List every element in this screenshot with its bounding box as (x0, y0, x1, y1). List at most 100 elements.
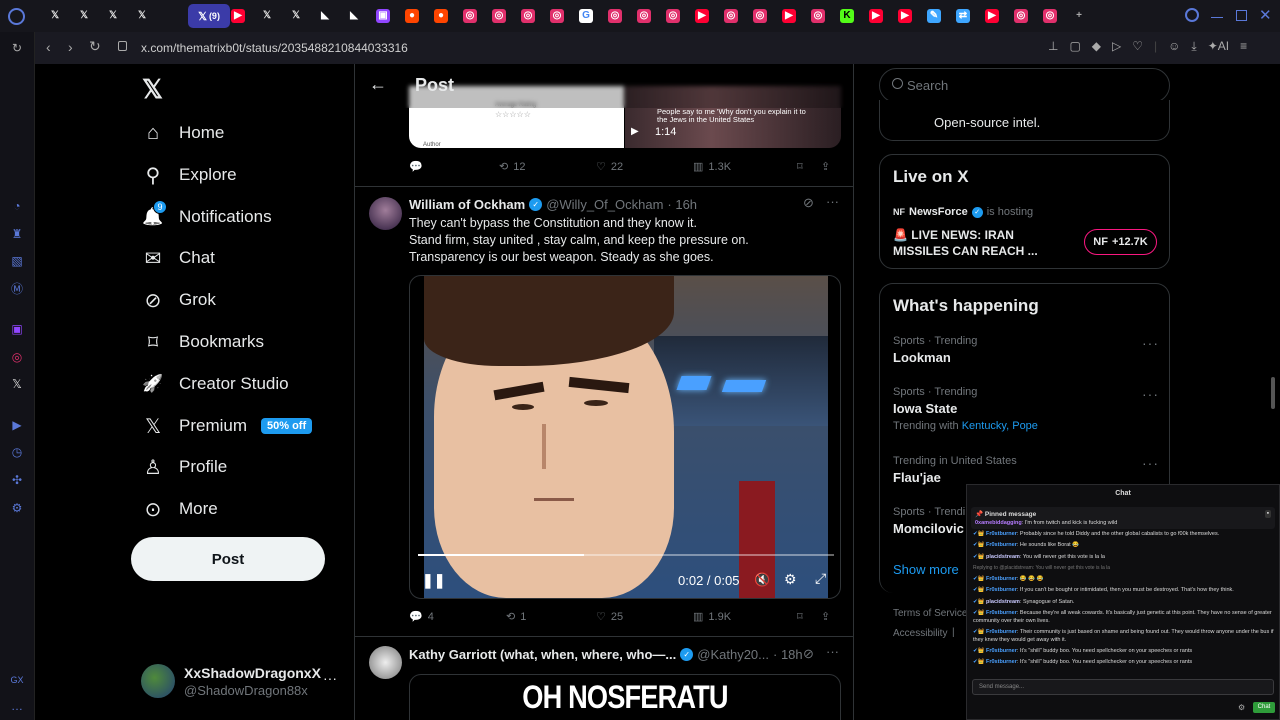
browser-tab[interactable]: ⇄ (951, 4, 975, 28)
reload-icon[interactable]: ↻ (89, 38, 101, 55)
trend-item[interactable]: Sports · Trending Iowa State Trending wi… (893, 386, 1163, 432)
pin-icon[interactable]: ⊥ (1048, 39, 1058, 54)
video-player[interactable]: ❚❚ 0:02 / 0:05 🔇 ⚙ ⤢ (409, 275, 841, 599)
x-logo-icon[interactable]: 𝕏 (142, 74, 163, 105)
snapshot-icon[interactable]: ▢ (1069, 39, 1080, 54)
browser-tab[interactable]: ◎ (661, 4, 685, 28)
collapse-pin-icon[interactable]: ▪ (1264, 510, 1271, 518)
hub-icon[interactable]: ♜ (9, 226, 25, 242)
trend-more-icon[interactable]: ··· (1142, 386, 1159, 402)
browser-tab[interactable]: ◎ (458, 4, 482, 28)
gx-icon[interactable]: GX (9, 672, 25, 688)
share-button[interactable]: ⇪ (821, 160, 830, 173)
nav-item-profile[interactable]: ♙ Profile (141, 449, 227, 485)
browser-tab[interactable]: ▣ (371, 4, 395, 28)
video-progress-track[interactable] (418, 554, 834, 556)
minimize-icon[interactable] (1211, 17, 1223, 18)
reply-button[interactable]: 💬 4 (409, 610, 506, 624)
chat-username[interactable]: placidstream (986, 554, 1020, 560)
chat-send-button[interactable]: Chat (1253, 702, 1275, 713)
trend-more-icon[interactable]: ··· (1142, 455, 1159, 471)
reply-button[interactable]: 💬 (409, 160, 499, 173)
twitch-icon[interactable]: ▣ (9, 321, 25, 337)
reload-sidebar-icon[interactable]: ↻ (9, 40, 25, 56)
browser-tab[interactable]: ◎ (632, 4, 656, 28)
nav-item-home[interactable]: ⌂ Home (141, 115, 224, 151)
browser-tab[interactable]: K (835, 4, 859, 28)
pause-icon[interactable]: ❚❚ (422, 572, 445, 589)
history-icon[interactable]: ◷ (9, 444, 25, 460)
nav-item-bookmarks[interactable]: ⌑ Bookmarks (141, 324, 264, 360)
next-post-avatar[interactable] (369, 646, 402, 679)
trend-item[interactable]: Sports · Trending Lookman ··· (893, 335, 1163, 365)
page-scrollbar[interactable] (1271, 377, 1275, 409)
post-more-icon[interactable]: ··· (826, 644, 839, 659)
back-icon[interactable]: ‹ (46, 39, 51, 55)
account-icon[interactable]: ☺ (1168, 39, 1180, 54)
pinned-message[interactable]: 📌 Pinned message ▪ 0xamebiddagging: I'm … (971, 507, 1275, 529)
post-button[interactable]: Post (131, 537, 325, 581)
like-button[interactable]: ♡ 22 (596, 160, 693, 174)
browser-tab[interactable]: ◎ (603, 4, 627, 28)
nav-item-creator-studio[interactable]: 🚀 Creator Studio (141, 366, 288, 402)
browser-tab[interactable]: ▶ (690, 4, 714, 28)
browser-tab[interactable]: ▶ (777, 4, 801, 28)
menu-icon[interactable]: ≡ (1240, 39, 1247, 54)
nav-item-chat[interactable]: ✉ Chat (141, 240, 215, 276)
browser-tab[interactable]: + (1067, 4, 1091, 28)
browser-tab[interactable]: 𝕏 (43, 4, 67, 28)
active-browser-tab[interactable]: 𝕏 (9) (188, 4, 230, 28)
settings-gear-icon[interactable]: ⚙ (784, 571, 797, 588)
bookmark-button[interactable]: ⌑ (797, 160, 821, 173)
account-more-icon[interactable]: ··· (323, 670, 337, 686)
nav-item-premium[interactable]: 𝕏 Premium 50% off (141, 408, 313, 444)
back-arrow-icon[interactable]: ← (369, 74, 387, 95)
wallet-icon[interactable]: ▧ (9, 253, 25, 269)
chat-username[interactable]: placidstream (986, 599, 1020, 605)
chat-username[interactable]: Fr0stburner (986, 648, 1017, 654)
tab-search-icon[interactable] (1185, 8, 1199, 22)
post-more-icon[interactable]: ··· (826, 194, 839, 209)
forward-icon[interactable]: › (68, 39, 73, 55)
grok-post-icon[interactable]: ⊘ (803, 195, 814, 211)
terms-link[interactable]: Terms of Service (893, 608, 967, 619)
ai-button[interactable]: ✦AI (1208, 39, 1229, 54)
author-name[interactable]: William of Ockham (409, 197, 525, 212)
browser-tab[interactable]: ▶ (893, 4, 917, 28)
browser-tab[interactable]: 𝕏 (72, 4, 96, 28)
live-headline[interactable]: 🚨 LIVE NEWS: IRAN MISSILES CAN REACH ... (893, 227, 1038, 259)
play-icon[interactable]: ▷ (1112, 39, 1121, 54)
browser-tab[interactable]: ◎ (1038, 4, 1062, 28)
browser-tab[interactable]: ◎ (748, 4, 772, 28)
like-button[interactable]: ♡ 25 (596, 610, 693, 624)
browser-tab[interactable]: ▶ (864, 4, 888, 28)
browser-tab[interactable]: ◎ (806, 4, 830, 28)
author-name[interactable]: Kathy Garriott (what, when, where, who—.… (409, 647, 676, 662)
browser-tab[interactable]: ◎ (1009, 4, 1033, 28)
trend-more-icon[interactable]: ··· (1142, 335, 1159, 351)
browser-tab[interactable]: ◎ (487, 4, 511, 28)
live-host-row[interactable]: NF NewsForce ✓ is hosting (893, 206, 1033, 218)
prev-video-play-icon[interactable]: ▶ (631, 126, 639, 137)
browser-tab[interactable]: 𝕏 (284, 4, 308, 28)
chat-username[interactable]: Fr0stburner (986, 659, 1017, 665)
search-box[interactable]: Search (879, 68, 1170, 103)
browser-tab[interactable]: G (574, 4, 598, 28)
chat-username[interactable]: Fr0stburner (986, 542, 1017, 548)
bookmark-button[interactable]: ⌑ (797, 610, 821, 623)
browser-tab[interactable]: 𝕏 (255, 4, 279, 28)
grok-post-icon[interactable]: ⊘ (803, 646, 814, 662)
mute-icon[interactable]: 🔇 (754, 572, 770, 588)
close-window-icon[interactable]: ✕ (1259, 6, 1272, 24)
author-handle[interactable]: @Kathy20... (697, 647, 769, 662)
player-icon[interactable]: ▶ (9, 417, 25, 433)
browser-tab[interactable]: ◣ (313, 4, 337, 28)
browser-tab[interactable]: ✎ (922, 4, 946, 28)
m-icon[interactable]: Ⓜ (9, 280, 25, 296)
next-post-image[interactable]: OH NOSFERATU (409, 674, 841, 720)
settings-icon[interactable]: ⚙ (9, 500, 25, 516)
post-avatar[interactable] (369, 197, 402, 230)
more-sidebar-icon[interactable]: … (9, 698, 25, 714)
url-field[interactable]: x.com/thematrixb0t/status/20354882108440… (141, 41, 408, 55)
extension-icons[interactable]: ⊥ ▢ ◆ ▷ ♡ | ☺ ⤓ ✦AI ≡ (1048, 39, 1247, 54)
